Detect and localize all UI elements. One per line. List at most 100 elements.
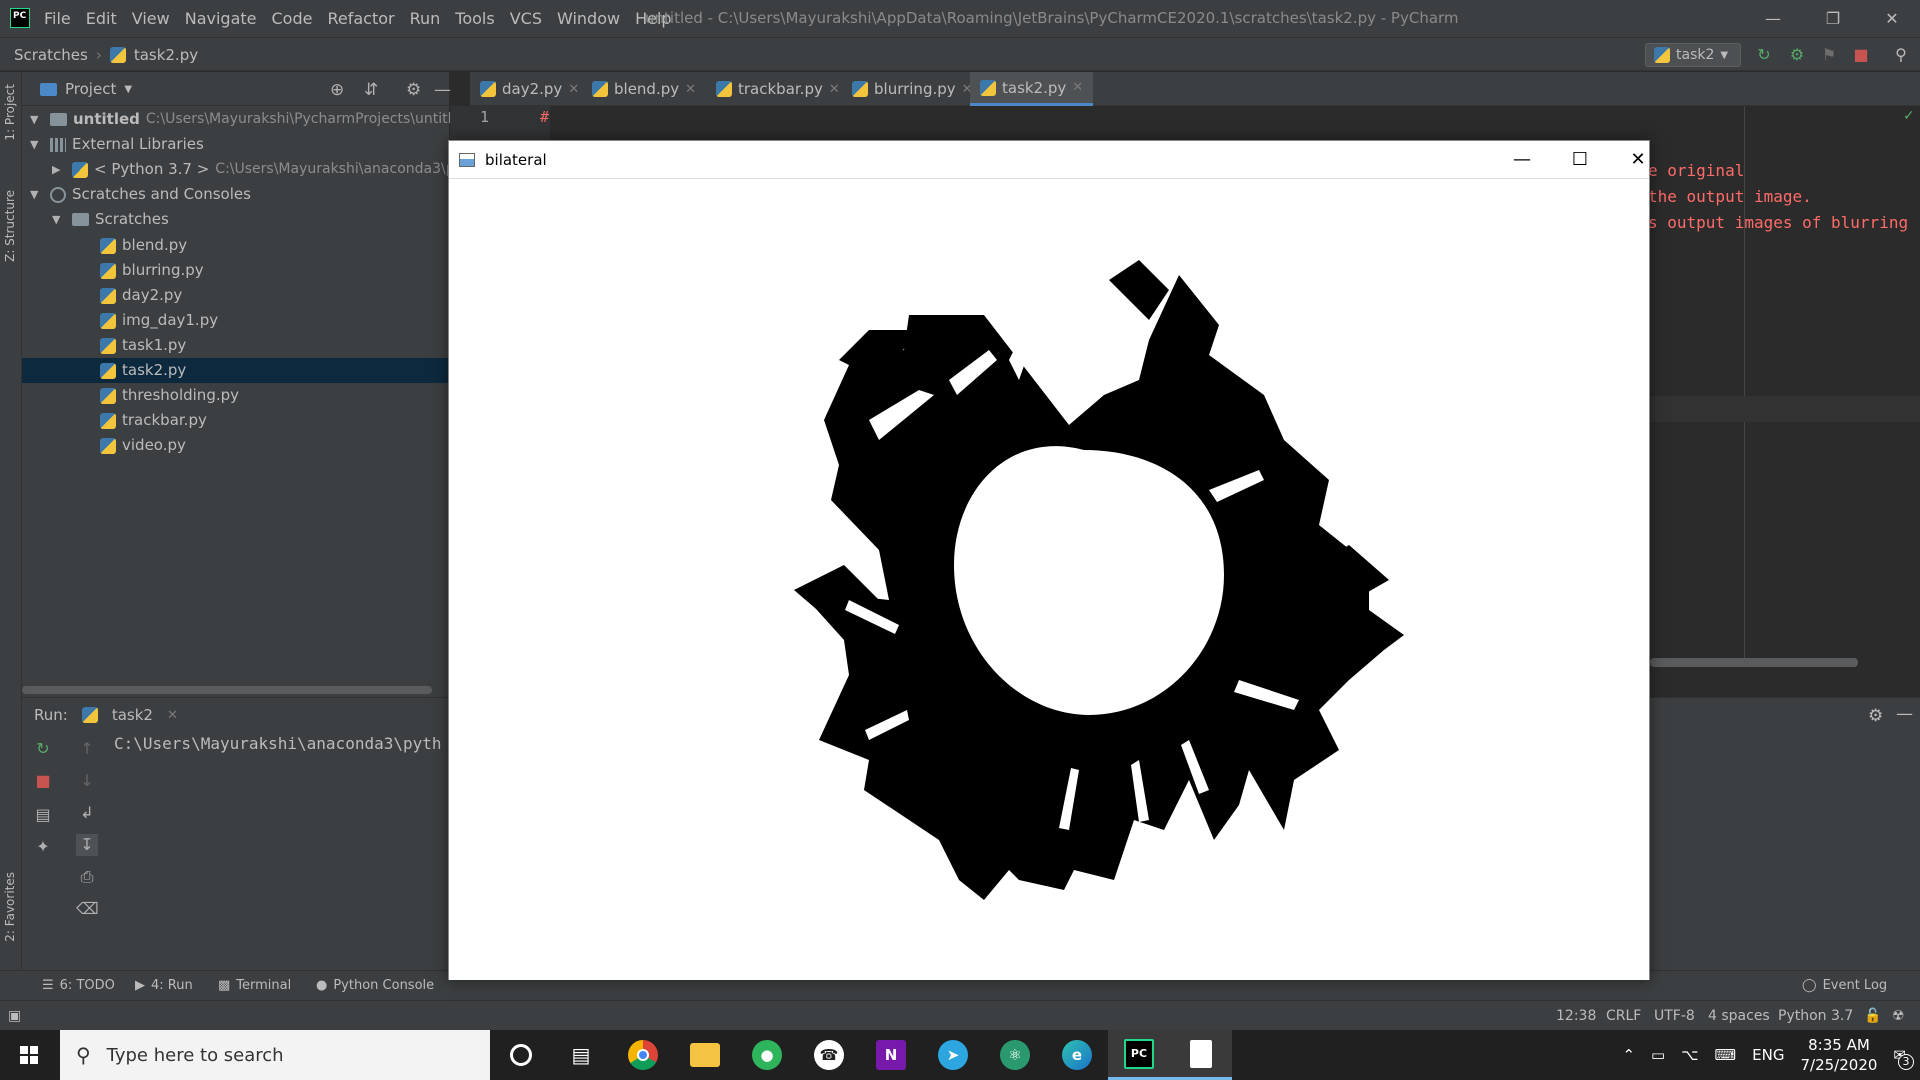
- task-view-button[interactable]: ▤: [550, 1030, 612, 1080]
- code-line-1[interactable]: #: [540, 108, 549, 126]
- menu-window[interactable]: Window: [557, 0, 620, 37]
- inspector-icon[interactable]: ☢: [1892, 1001, 1905, 1031]
- run-tab[interactable]: task2: [112, 706, 153, 724]
- rerun-icon[interactable]: ↻: [32, 738, 54, 760]
- chevron-up-icon[interactable]: ⌃: [1622, 1046, 1635, 1064]
- project-view-selector[interactable]: Project ▼: [40, 72, 132, 106]
- stop-icon[interactable]: ■: [1850, 44, 1872, 66]
- telegram-app[interactable]: ➤: [922, 1030, 984, 1080]
- cortana-button[interactable]: [490, 1030, 552, 1080]
- menu-code[interactable]: Code: [272, 0, 313, 37]
- close-window-button[interactable]: ✕: [1864, 0, 1920, 37]
- soft-wrap-icon[interactable]: ↲: [76, 802, 98, 824]
- panel-toggle-icon[interactable]: ▣: [8, 1001, 21, 1031]
- todo-tab[interactable]: ☰ 6: TODO: [42, 971, 115, 1001]
- hide-icon[interactable]: —: [434, 80, 451, 100]
- menu-refactor[interactable]: Refactor: [327, 0, 394, 37]
- gear-icon[interactable]: ⚙: [1868, 706, 1883, 726]
- tree-file[interactable]: blurring.py: [100, 258, 204, 283]
- pycharm-app[interactable]: PC: [1108, 1030, 1170, 1080]
- tab-blend[interactable]: blend.py ✕: [582, 72, 706, 106]
- tab-trackbar[interactable]: trackbar.py ✕: [706, 72, 850, 106]
- coverage-icon[interactable]: ⚑: [1818, 44, 1840, 66]
- python-interpreter[interactable]: Python 3.7: [1778, 1001, 1853, 1031]
- code-fragment[interactable]: the output image.: [1648, 187, 1812, 206]
- tree-file[interactable]: img_day1.py: [100, 308, 218, 333]
- battery-icon[interactable]: ▭: [1651, 1046, 1665, 1064]
- project-tool-tab[interactable]: 1: Project: [3, 84, 17, 141]
- menu-view[interactable]: View: [132, 0, 170, 37]
- tree-python-sdk[interactable]: ▶ < Python 3.7 > C:\Users\Mayurakshi\ana…: [52, 157, 477, 182]
- close-icon[interactable]: ✕: [685, 82, 696, 97]
- close-icon[interactable]: ✕: [829, 82, 840, 97]
- maximize-button[interactable]: ☐: [1551, 141, 1609, 179]
- layout-icon[interactable]: ▤: [32, 804, 54, 826]
- language-indicator[interactable]: ENG: [1752, 1046, 1784, 1064]
- tree-file[interactable]: trackbar.py: [100, 408, 207, 433]
- minimize-button[interactable]: —: [1745, 0, 1801, 37]
- menu-file[interactable]: File: [44, 0, 71, 37]
- caret-position[interactable]: 12:38: [1556, 1001, 1596, 1031]
- event-log-tab[interactable]: ◯ Event Log: [1802, 971, 1887, 1001]
- tree-scratches-consoles[interactable]: ▼ Scratches and Consoles: [30, 182, 251, 207]
- tree-file[interactable]: video.py: [100, 433, 186, 458]
- project-scrollbar[interactable]: [22, 686, 432, 694]
- breadcrumb-file[interactable]: task2.py: [134, 46, 198, 64]
- debug-icon[interactable]: ⚙: [1786, 44, 1808, 66]
- tab-task2[interactable]: task2.py ✕: [970, 72, 1094, 106]
- close-icon[interactable]: ✕: [568, 82, 579, 97]
- tab-day2[interactable]: day2.py ✕: [470, 72, 589, 106]
- gear-icon[interactable]: ⚙: [406, 80, 421, 100]
- breadcrumb-scratches[interactable]: Scratches: [14, 46, 88, 64]
- line-separator[interactable]: CRLF: [1606, 1001, 1641, 1031]
- lock-icon[interactable]: 🔓: [1864, 1001, 1881, 1031]
- close-window-button[interactable]: ✕: [1609, 141, 1667, 179]
- print-icon[interactable]: ⎙: [76, 866, 98, 888]
- start-button[interactable]: [0, 1030, 60, 1080]
- menu-run[interactable]: Run: [410, 0, 441, 37]
- tab-blurring[interactable]: blurring.py ✕: [842, 72, 983, 106]
- tree-file[interactable]: task1.py: [100, 333, 186, 358]
- tree-file-selected[interactable]: task2.py: [100, 358, 186, 383]
- tree-file[interactable]: blend.py: [100, 233, 187, 258]
- structure-tool-tab[interactable]: Z: Structure: [3, 190, 17, 262]
- keyboard-icon[interactable]: ⌨: [1715, 1046, 1737, 1064]
- restore-button[interactable]: ❐: [1805, 0, 1861, 37]
- tree-scratches-folder[interactable]: ▼ Scratches: [52, 207, 169, 232]
- rerun-icon[interactable]: ↻: [1753, 44, 1775, 66]
- minimize-button[interactable]: —: [1493, 141, 1551, 179]
- python-console-tab[interactable]: ● Python Console: [316, 971, 434, 1001]
- scroll-to-end-icon[interactable]: ↧: [76, 834, 98, 856]
- chrome-app[interactable]: [612, 1030, 674, 1080]
- maps-app[interactable]: ●: [736, 1030, 798, 1080]
- indent-setting[interactable]: 4 spaces: [1708, 1001, 1770, 1031]
- file-encoding[interactable]: UTF-8: [1654, 1001, 1695, 1031]
- edge-app[interactable]: e: [1046, 1030, 1108, 1080]
- editor-scrollbar[interactable]: [1650, 658, 1858, 667]
- tree-external-libraries[interactable]: ▼ External Libraries: [30, 132, 204, 157]
- locate-icon[interactable]: ⊕: [330, 80, 344, 100]
- terminal-tab[interactable]: ▩ Terminal: [218, 971, 291, 1001]
- hide-icon[interactable]: —: [1896, 704, 1913, 724]
- tree-root-project[interactable]: ▼ untitled C:\Users\Mayurakshi\PycharmPr…: [30, 107, 469, 132]
- menu-tools[interactable]: Tools: [455, 0, 494, 37]
- image-viewer-app[interactable]: [1170, 1030, 1232, 1080]
- notification-center-icon[interactable]: ✉ 3: [1893, 1046, 1914, 1070]
- menu-edit[interactable]: Edit: [86, 0, 117, 37]
- file-explorer-app[interactable]: [674, 1030, 736, 1080]
- collapse-all-icon[interactable]: ⇵: [364, 80, 378, 100]
- clock[interactable]: 8:35 AM 7/25/2020: [1801, 1035, 1878, 1075]
- onenote-app[interactable]: N: [860, 1030, 922, 1080]
- code-fragment[interactable]: s output images of blurring: [1648, 213, 1908, 232]
- favorites-tool-tab[interactable]: 2: Favorites: [3, 872, 17, 942]
- down-arrow-icon[interactable]: ↓: [76, 770, 98, 792]
- tree-file[interactable]: day2.py: [100, 283, 182, 308]
- up-arrow-icon[interactable]: ↑: [76, 738, 98, 760]
- console-output[interactable]: C:\Users\Mayurakshi\anaconda3\pyth: [114, 734, 442, 753]
- stop-icon[interactable]: ■: [32, 770, 54, 792]
- close-icon[interactable]: ✕: [1072, 80, 1083, 95]
- trash-icon[interactable]: ⌫: [76, 898, 99, 920]
- opencv-window-titlebar[interactable]: bilateral — ☐ ✕: [449, 141, 1649, 179]
- wifi-icon[interactable]: ⌥: [1681, 1046, 1698, 1064]
- run-tool-tab[interactable]: ▶ 4: Run: [135, 971, 193, 1001]
